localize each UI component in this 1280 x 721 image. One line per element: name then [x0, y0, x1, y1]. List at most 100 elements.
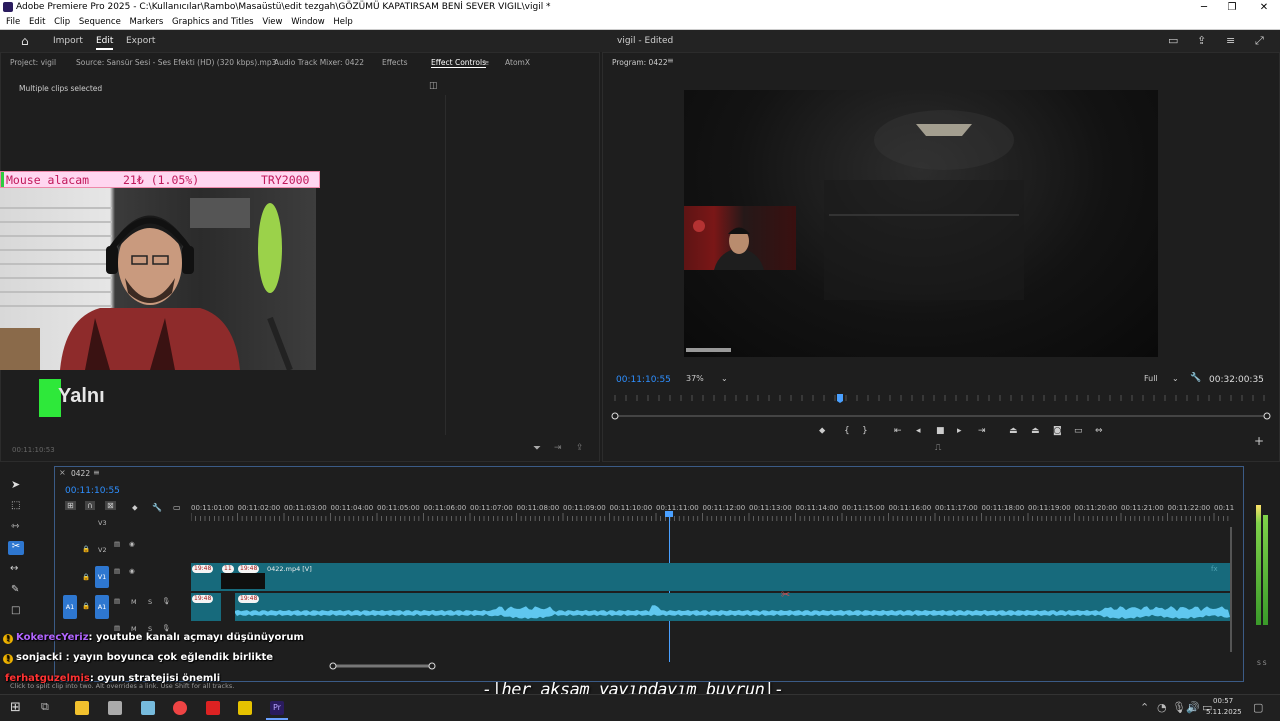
program-menu-icon[interactable]: ≡: [667, 56, 674, 65]
workspaces-icon[interactable]: ▭: [1168, 34, 1178, 47]
camera-icon[interactable]: ◙: [1053, 426, 1062, 436]
step-forward-icon[interactable]: ▸: [957, 426, 962, 436]
selection-tool-icon[interactable]: ➤: [11, 478, 20, 491]
minimize-icon[interactable]: ─: [1190, 0, 1218, 15]
file-explorer-icon[interactable]: [75, 701, 89, 715]
rectangle-tool-icon[interactable]: □: [11, 605, 20, 616]
menu-file[interactable]: File: [6, 17, 20, 27]
mute-button[interactable]: M: [131, 598, 137, 606]
track-a1-toggle[interactable]: A1: [95, 595, 109, 619]
track-v1-toggle[interactable]: V1: [95, 566, 109, 588]
close-sequence-icon[interactable]: ×: [59, 468, 66, 477]
tab-menu-icon[interactable]: ≡: [483, 58, 489, 67]
tray-chevron-icon[interactable]: ⌃: [1140, 701, 1149, 714]
add-marker-icon[interactable]: ⬥: [132, 503, 138, 513]
snap-icon[interactable]: ∩: [85, 501, 95, 510]
lift-icon[interactable]: ⏏: [1009, 426, 1018, 436]
tab-source[interactable]: Source: Sansür Sesi - Ses Efekti (HD) (3…: [76, 58, 276, 67]
stop-icon[interactable]: ■: [936, 426, 945, 436]
output-icon[interactable]: ⇪: [576, 443, 584, 453]
add-button-icon[interactable]: +: [1254, 434, 1264, 448]
export-tab[interactable]: Export: [126, 36, 155, 46]
drag-handle-icon[interactable]: ⎍: [935, 443, 941, 453]
eye-icon[interactable]: ◉: [129, 567, 135, 575]
filter-icon[interactable]: ⏷: [533, 443, 541, 454]
mic-tray-icon[interactable]: 🎙: [1172, 701, 1186, 714]
eye-icon[interactable]: ◉: [129, 540, 135, 548]
tab-project[interactable]: Project: vigil: [10, 58, 56, 67]
network-icon[interactable]: ◔: [1157, 701, 1167, 714]
menu-view[interactable]: View: [262, 17, 282, 27]
share-icon[interactable]: ⇪: [1197, 34, 1206, 47]
sync-icon[interactable]: ▤: [114, 597, 120, 605]
captions-icon[interactable]: ▭: [173, 503, 181, 512]
lock-icon[interactable]: 🔒: [82, 573, 90, 581]
go-to-out-icon[interactable]: ⇥: [978, 426, 986, 436]
menu-lines-icon[interactable]: ≡: [1226, 34, 1235, 47]
menu-edit[interactable]: Edit: [29, 17, 45, 27]
premiere-icon[interactable]: Pr: [270, 701, 284, 715]
close-icon[interactable]: ✕: [1250, 0, 1278, 15]
lock-icon[interactable]: 🔒: [82, 602, 90, 610]
tab-effect-controls[interactable]: Effect Controls: [431, 58, 486, 68]
tab-atomx[interactable]: AtomX: [505, 58, 530, 67]
program-scrubber[interactable]: [611, 392, 1271, 422]
export-frame-icon[interactable]: ⇥: [554, 443, 562, 453]
timeline-zoom-scrollbar[interactable]: [325, 661, 440, 671]
sequence-menu-icon[interactable]: ≡: [93, 468, 100, 477]
edit-tab[interactable]: Edit: [96, 36, 114, 50]
marker-icon[interactable]: ⬥: [819, 426, 825, 436]
extract-icon[interactable]: ⏏: [1031, 426, 1040, 436]
settings-wrench-icon[interactable]: 🔧: [152, 503, 162, 512]
tab-audio-mixer[interactable]: Audio Track Mixer: 0422: [274, 58, 364, 67]
clock-date[interactable]: 5.11.2025: [1206, 708, 1242, 716]
menu-markers[interactable]: Markers: [130, 17, 164, 27]
slip-tool-icon[interactable]: ↔: [10, 563, 18, 574]
pen-tool-icon[interactable]: ✎: [11, 584, 19, 595]
track-select-icon[interactable]: ⬚: [11, 500, 20, 511]
mark-in-icon[interactable]: {: [844, 426, 850, 436]
volume-icon[interactable]: 🔊: [1186, 701, 1200, 714]
menu-help[interactable]: Help: [333, 17, 352, 27]
menu-window[interactable]: Window: [291, 17, 325, 27]
video-clip-v1[interactable]: 0422.mp4 [V] fx: [191, 563, 1231, 591]
import-tab[interactable]: Import: [53, 36, 83, 46]
app-icon[interactable]: [108, 701, 122, 715]
menu-clip[interactable]: Clip: [54, 17, 70, 27]
media-icon[interactable]: [238, 701, 252, 715]
step-back-icon[interactable]: ◂: [916, 426, 921, 436]
safe-margins-icon[interactable]: ▭: [1074, 426, 1083, 436]
home-icon[interactable]: ⌂: [21, 34, 29, 48]
razor-tool-icon[interactable]: ✂: [8, 541, 24, 555]
ripple-edit-icon[interactable]: ⇿: [11, 521, 19, 532]
sync-icon[interactable]: ▤: [114, 567, 120, 575]
pdf-icon[interactable]: [206, 701, 220, 715]
tab-effects[interactable]: Effects: [382, 58, 408, 67]
mark-out-icon[interactable]: }: [862, 426, 868, 436]
vertical-scrollbar[interactable]: [1227, 517, 1235, 662]
sync-icon[interactable]: ▤: [114, 540, 120, 548]
wrench-icon[interactable]: 🔧: [1190, 373, 1201, 383]
audio-clip-a1[interactable]: [191, 593, 1231, 621]
nest-icon[interactable]: ⊞: [65, 501, 76, 510]
sync-icon[interactable]: ▤: [114, 624, 120, 632]
linked-selection-icon[interactable]: ⊠: [105, 501, 116, 510]
clock-time[interactable]: 00:57: [1213, 697, 1233, 705]
mic-icon[interactable]: 🎙: [162, 624, 170, 632]
solo-button[interactable]: S: [148, 598, 152, 606]
restore-icon[interactable]: ❐: [1218, 0, 1246, 15]
zoom-select[interactable]: 37% ⌄: [686, 374, 732, 386]
task-view-icon[interactable]: ⧉: [41, 700, 49, 714]
windows-start-icon[interactable]: ⊞: [10, 700, 21, 715]
lock-icon[interactable]: 🔒: [82, 545, 90, 553]
fullscreen-icon[interactable]: ⤢: [1255, 34, 1264, 48]
playhead-handle[interactable]: [665, 511, 673, 517]
menu-sequence[interactable]: Sequence: [79, 17, 121, 27]
menu-graphics-titles[interactable]: Graphics and Titles: [172, 17, 254, 27]
chrome-icon[interactable]: [173, 701, 187, 715]
comparison-icon[interactable]: ⇔: [1095, 426, 1103, 436]
notifications-icon[interactable]: ▢: [1253, 701, 1263, 714]
app-icon[interactable]: [141, 701, 155, 715]
mic-icon[interactable]: 🎙: [162, 597, 170, 605]
go-to-in-icon[interactable]: ⇤: [894, 426, 902, 436]
